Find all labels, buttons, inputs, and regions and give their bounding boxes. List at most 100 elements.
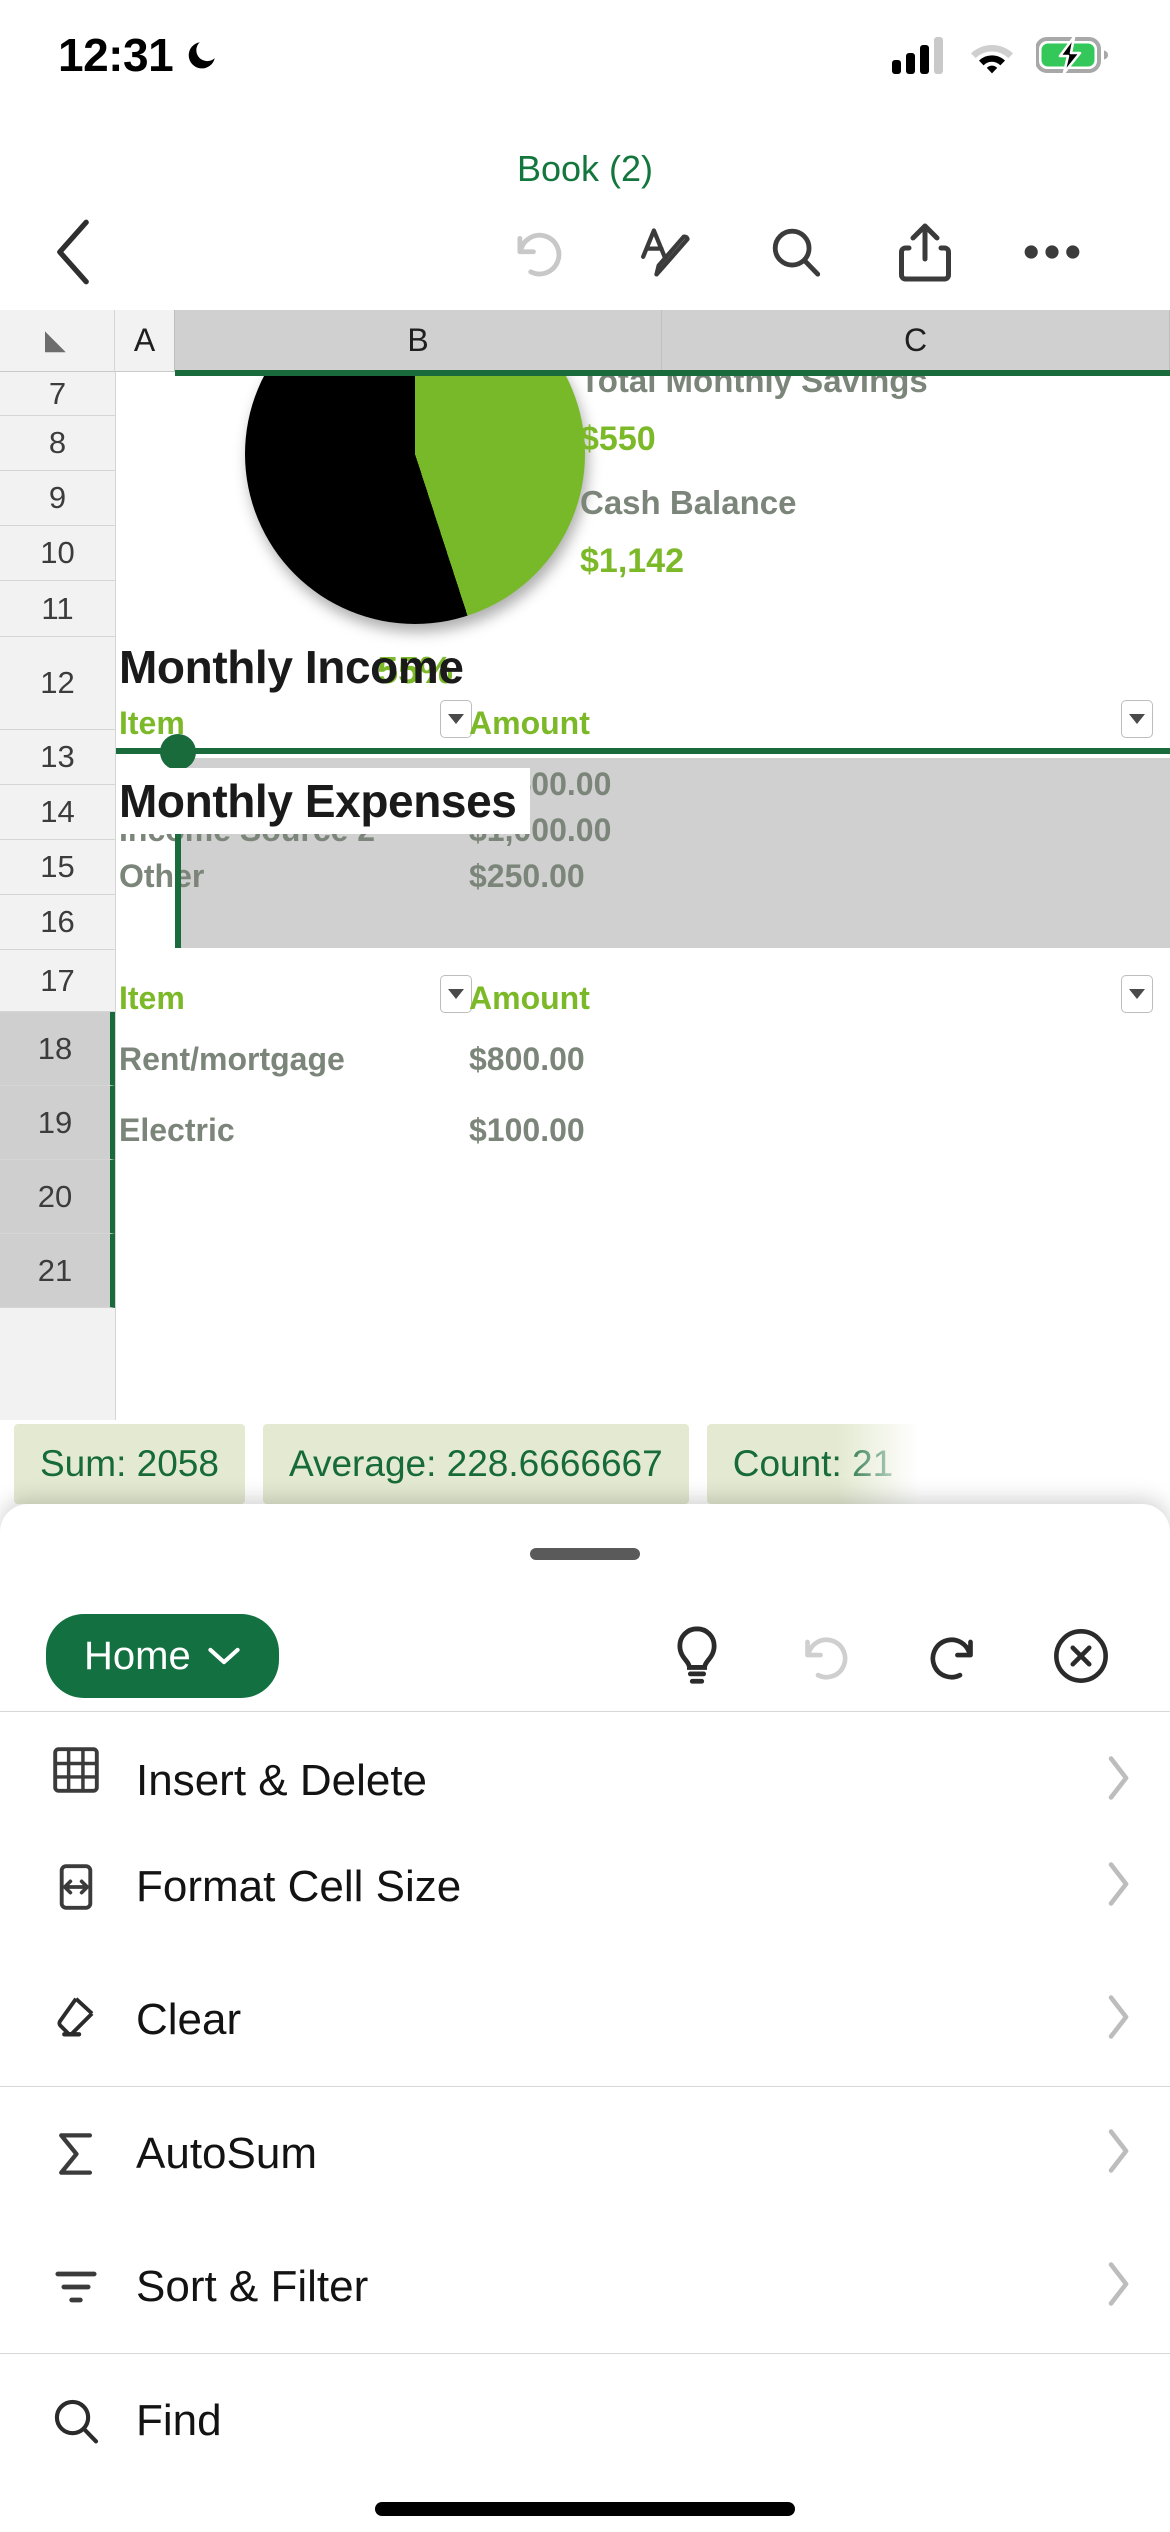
eraser-icon [38,1984,114,2056]
ribbon-menu-list[interactable]: Insert & Delete Format Cell Size [0,1711,1170,2532]
column-header-a[interactable]: A [115,310,175,372]
column-header-b[interactable]: B [175,310,662,372]
filter-dropdown-icon [1129,989,1145,999]
summary-count-chip[interactable]: Count: 21 [707,1424,919,1504]
row-header-17[interactable]: 17 [0,950,115,1012]
sigma-icon [38,2118,114,2190]
chevron-down-icon [207,1645,241,1667]
select-all-button[interactable] [0,310,115,372]
ribbon-header: Home [0,1601,1170,1711]
menu-item-label: Sort & Filter [136,2262,368,2312]
sheet-undo-button[interactable] [794,1625,856,1687]
ribbon-tab-label: Home [84,1634,191,1679]
table-grid-icon [38,1734,114,1806]
selected-column-underline [175,370,1170,376]
chevron-right-icon [1106,2261,1132,2312]
cell-income-row-2-amount[interactable]: $250.00 [469,858,585,895]
row-header-9[interactable]: 9 [0,471,115,526]
tips-button[interactable] [666,1625,728,1687]
chevron-right-icon [1106,1861,1132,1912]
summary-sum-chip[interactable]: Sum: 2058 [14,1424,245,1504]
row-header-19[interactable]: 19 [0,1086,115,1160]
row-header-21[interactable]: 21 [0,1234,115,1308]
cell-expenses-row-1-amount[interactable]: $100.00 [469,1112,585,1149]
close-circle-icon [1052,1627,1110,1685]
row-header-gutter: 7 8 9 10 11 12 13 14 15 16 17 18 19 20 2… [0,372,115,1420]
row-header-14[interactable]: 14 [0,785,115,840]
income-item-filter-button[interactable] [440,700,472,738]
cell-income-row-2-item[interactable]: Other [119,858,204,895]
format-text-button[interactable] [624,209,710,295]
cell-expenses-header-amount[interactable]: Amount [469,980,590,1017]
row-header-20[interactable]: 20 [0,1160,115,1234]
selection-top-border [107,748,1170,754]
menu-item-clear[interactable]: Clear [0,1953,1170,2086]
menu-item-insert-delete[interactable]: Insert & Delete [0,1712,1170,1820]
cell-expenses-row-0-amount[interactable]: $800.00 [469,1041,585,1078]
summary-average-chip[interactable]: Average: 228.6666667 [263,1424,689,1504]
income-amount-filter-button[interactable] [1121,700,1153,738]
lightbulb-icon [670,1625,724,1687]
menu-item-label: Format Cell Size [136,1862,461,1912]
back-button[interactable] [38,217,108,287]
menu-item-sort-filter[interactable]: Sort & Filter [0,2220,1170,2353]
menu-item-find[interactable]: Find [0,2354,1170,2487]
selection-handle-icon[interactable] [160,734,196,770]
menu-item-format-cell-size[interactable]: Format Cell Size [0,1820,1170,1953]
row-header-16[interactable]: 16 [0,895,115,950]
column-header-c[interactable]: C [662,310,1170,372]
cell-expenses-row-1-item[interactable]: Electric [119,1112,235,1149]
cell-cash-balance-label[interactable]: Cash Balance [580,484,796,522]
undo-button[interactable] [495,209,581,295]
row-header-11[interactable]: 11 [0,581,115,637]
expenses-item-filter-button[interactable] [440,975,472,1013]
back-chevron-icon [51,219,95,285]
battery-charging-icon [1036,36,1108,74]
document-title[interactable]: Book (2) [0,148,1170,190]
menu-item-autosum[interactable]: AutoSum [0,2087,1170,2220]
more-options-button[interactable] [1009,209,1095,295]
sort-filter-icon [38,2251,114,2323]
ribbon-tab-home[interactable]: Home [46,1614,279,1698]
cell-monthly-income-title[interactable]: Monthly Income [119,640,464,694]
row-header-15[interactable]: 15 [0,840,115,895]
cell-income-header-amount[interactable]: Amount [469,705,590,742]
row-header-13[interactable]: 13 [0,730,115,785]
ribbon-header-actions [666,1625,1124,1687]
share-icon [897,222,953,282]
crescent-moon-icon [185,38,219,72]
cell-expenses-header-item[interactable]: Item [119,980,185,1017]
status-bar-left: 12:31 [58,28,219,82]
chevron-right-icon [1106,1755,1132,1806]
chevron-right-icon [1106,2128,1132,2179]
cell-monthly-expenses-title[interactable]: Monthly Expenses [119,768,530,834]
row-header-8[interactable]: 8 [0,416,115,471]
select-all-triangle-icon [41,325,73,357]
expenses-amount-filter-button[interactable] [1121,975,1153,1013]
more-ellipsis-icon [1024,242,1080,262]
sheet-redo-button[interactable] [922,1625,984,1687]
row-header-12[interactable]: 12 [0,637,115,730]
redo-icon [925,1628,981,1684]
menu-item-label: Find [136,2396,222,2446]
status-bar: 12:31 [0,0,1170,110]
status-bar-right [892,36,1108,74]
row-header-10[interactable]: 10 [0,526,115,581]
close-sheet-button[interactable] [1050,1625,1112,1687]
search-icon [38,2385,114,2457]
cell-cash-balance-value[interactable]: $1,142 [580,542,684,581]
filter-dropdown-icon [448,714,464,724]
row-header-18[interactable]: 18 [0,1012,115,1086]
share-button[interactable] [882,209,968,295]
undo-icon [797,1628,853,1684]
cell-size-icon [38,1851,114,1923]
row-header-7[interactable]: 7 [0,372,115,416]
grid-cells[interactable]: 55% Total Monthly Savings $550 Cash Bala… [115,372,1170,1420]
search-button[interactable] [753,209,839,295]
ribbon-bottom-sheet[interactable]: Home [0,1504,1170,2532]
sheet-grabber-icon[interactable] [530,1548,640,1560]
menu-item-label: AutoSum [136,2129,317,2179]
spreadsheet-grid[interactable]: A B C 7 8 9 10 11 12 13 14 15 16 17 18 1… [0,310,1170,1420]
cell-total-monthly-savings-value[interactable]: $550 [580,420,656,459]
cell-expenses-row-0-item[interactable]: Rent/mortgage [119,1041,345,1078]
